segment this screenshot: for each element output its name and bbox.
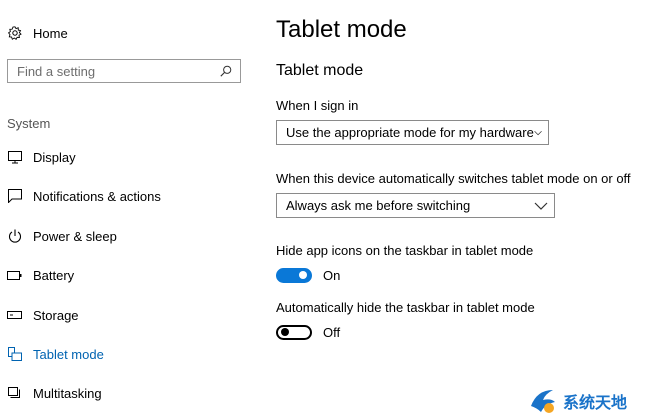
search-icon[interactable] bbox=[216, 61, 236, 81]
watermark-logo-icon bbox=[531, 389, 555, 413]
sidebar-item-label: Power & sleep bbox=[33, 228, 117, 244]
sidebar-item-label: Multitasking bbox=[33, 385, 102, 401]
search-placeholder: Find a setting bbox=[17, 63, 96, 79]
sidebar-item-battery[interactable]: Battery bbox=[7, 265, 74, 285]
power-icon bbox=[7, 229, 22, 244]
sidebar-item-display[interactable]: Display bbox=[7, 147, 76, 167]
auto-switch-dropdown[interactable]: Always ask me before switching bbox=[276, 193, 555, 218]
sidebar-item-multitasking[interactable]: Multitasking bbox=[7, 383, 102, 403]
tablet-mode-icon bbox=[7, 347, 22, 362]
sidebar-item-label: Storage bbox=[33, 307, 79, 323]
sidebar-item-notifications[interactable]: Notifications & actions bbox=[7, 186, 161, 206]
watermark-text: 系统天地 bbox=[563, 392, 628, 412]
gear-icon bbox=[7, 26, 22, 41]
chevron-down-icon bbox=[534, 202, 548, 210]
hide-taskbar-state: Off bbox=[323, 324, 341, 340]
auto-switch-dropdown-value: Always ask me before switching bbox=[286, 198, 471, 213]
chevron-down-icon bbox=[534, 130, 542, 135]
toggle-knob bbox=[281, 328, 289, 336]
home-label: Home bbox=[33, 25, 68, 41]
sidebar-item-label: Display bbox=[33, 149, 76, 165]
multitasking-icon bbox=[7, 386, 22, 401]
monitor-icon bbox=[7, 150, 22, 165]
page-title: Tablet mode bbox=[276, 16, 407, 43]
sidebar-item-label: Tablet mode bbox=[33, 346, 104, 362]
sidebar-item-storage[interactable]: Storage bbox=[7, 305, 79, 325]
hide-taskbar-toggle-row: Off bbox=[276, 322, 340, 342]
hide-icons-toggle-row: On bbox=[276, 265, 340, 285]
hide-icons-toggle[interactable] bbox=[276, 267, 312, 283]
section-heading: Tablet mode bbox=[276, 62, 364, 79]
notifications-icon bbox=[7, 189, 22, 204]
home-nav-item[interactable]: Home bbox=[7, 24, 68, 42]
auto-switch-label: When this device automatically switches … bbox=[276, 171, 631, 186]
hide-icons-label: Hide app icons on the taskbar in tablet … bbox=[276, 243, 534, 258]
hide-taskbar-label: Automatically hide the taskbar in tablet… bbox=[276, 300, 535, 315]
hide-icons-state: On bbox=[323, 267, 341, 283]
sign-in-dropdown[interactable]: Use the appropriate mode for my hardware bbox=[276, 120, 549, 145]
sidebar-item-label: Notifications & actions bbox=[33, 188, 161, 204]
sidebar-item-label: Battery bbox=[33, 267, 75, 283]
hide-taskbar-toggle[interactable] bbox=[276, 324, 312, 340]
battery-icon bbox=[7, 268, 22, 283]
sidebar-item-power-sleep[interactable]: Power & sleep bbox=[7, 226, 117, 246]
settings-sidebar: Home Find a setting System Display Notif… bbox=[0, 0, 262, 419]
toggle-knob bbox=[299, 271, 307, 279]
storage-icon bbox=[7, 308, 22, 323]
sidebar-item-tablet-mode[interactable]: Tablet mode bbox=[7, 344, 104, 364]
section-label-system: System bbox=[7, 116, 51, 131]
sign-in-dropdown-value: Use the appropriate mode for my hardware bbox=[286, 125, 534, 140]
watermark: 系统天地 bbox=[527, 384, 647, 417]
search-input[interactable]: Find a setting bbox=[7, 59, 241, 83]
sign-in-label: When I sign in bbox=[276, 98, 359, 113]
